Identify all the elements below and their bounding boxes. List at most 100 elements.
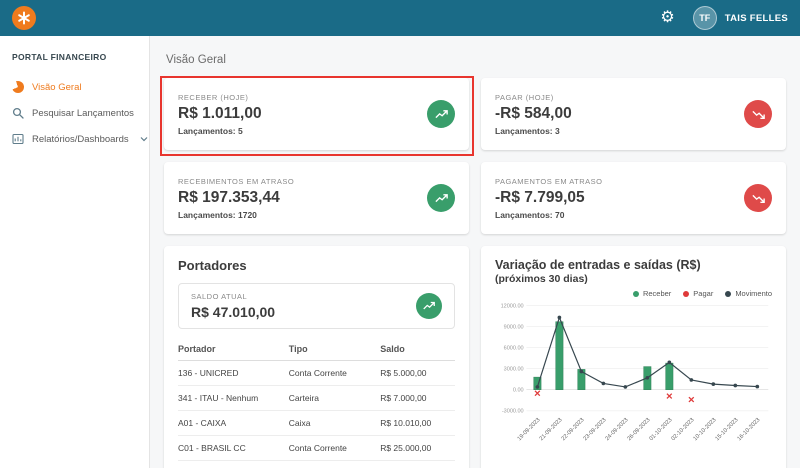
- stat-text: PAGAR (HOJE) -R$ 584,00 Lançamentos: 3: [495, 93, 572, 136]
- cell-tipo: Conta Corrente: [288, 360, 381, 386]
- stat-text: RECEBER (HOJE) R$ 1.011,00 Lançamentos: …: [178, 93, 262, 136]
- saldo-value: R$ 47.010,00: [191, 304, 276, 320]
- legend-label: Movimento: [735, 289, 772, 298]
- cell-tipo: Caixa: [288, 410, 381, 436]
- stat-cards-grid: RECEBER (HOJE) R$ 1.011,00 Lançamentos: …: [164, 78, 786, 234]
- stat-value: -R$ 7.799,05: [495, 188, 585, 206]
- saldo-text: SALDO ATUAL R$ 47.010,00: [191, 292, 275, 320]
- stat-value: -R$ 584,00: [495, 104, 572, 122]
- portadores-card: Portadores SALDO ATUAL R$ 47.010,00 Port…: [164, 246, 469, 468]
- bottom-panels: Portadores SALDO ATUAL R$ 47.010,00 Port…: [164, 246, 786, 468]
- variacao-chart-card: Variação de entradas e saídas (R$) (próx…: [481, 246, 786, 468]
- app-logo-icon[interactable]: [12, 6, 36, 30]
- stat-count: Lançamentos: 70: [495, 209, 565, 220]
- stat-label: PAGAR (HOJE): [495, 92, 554, 102]
- stat-label: RECEBIMENTOS EM ATRASO: [178, 176, 295, 186]
- cell-tipo: Conta Corrente: [288, 435, 381, 461]
- settings-gear-icon[interactable]: ⚙: [660, 10, 674, 26]
- stat-label: PAGAMENTOS EM ATRASO: [495, 176, 603, 186]
- cell-portador: A01 - CAIXA: [178, 410, 289, 436]
- stat-text: RECEBIMENTOS EM ATRASO R$ 197.353,44 Lan…: [178, 177, 294, 220]
- sidebar-item-relatorios-dashboards[interactable]: Relatórios/Dashboards: [0, 126, 149, 152]
- portadores-title: Portadores: [178, 258, 247, 273]
- legend-label: Pagar: [693, 289, 714, 298]
- legend-dot-red: [683, 290, 690, 297]
- stat-value: R$ 1.011,00: [178, 104, 262, 122]
- svg-text:02-10-2023: 02-10-2023: [671, 417, 696, 442]
- content-area: Visão Geral RECEBER (HOJE) R$ 1.011,00 L…: [150, 36, 800, 468]
- trending-up-icon: [427, 184, 455, 212]
- svg-text:21-09-2023: 21-09-2023: [539, 417, 564, 442]
- sidebar-item-visao-geral[interactable]: Visão Geral: [0, 74, 149, 100]
- table-row[interactable]: C01 - BRASIL CC Conta Corrente R$ 25.000…: [178, 435, 455, 461]
- legend-item-movimento[interactable]: Movimento: [725, 289, 772, 298]
- saldo-label: SALDO ATUAL: [191, 292, 248, 301]
- user-avatar[interactable]: TF: [692, 6, 717, 30]
- nav-label: Visão Geral: [32, 81, 82, 93]
- card-recebimentos-em-atraso[interactable]: RECEBIMENTOS EM ATRASO R$ 197.353,44 Lan…: [164, 162, 469, 234]
- variacao-chart: 12000.00 9000.00 6000.00 3000.00 0.00 -3000.0…: [501, 303, 769, 442]
- topbar-actions: ⚙ TF TAIS FELLES: [660, 6, 788, 30]
- cell-saldo: R$ 10.010,00: [380, 410, 455, 436]
- sidebar: PORTAL FINANCEIRO Visão Geral Pesquisar …: [0, 36, 150, 468]
- legend-dot-dark: [725, 290, 732, 297]
- cell-tipo: Carteira: [288, 385, 381, 411]
- cell-saldo: R$ 7.000,00: [380, 385, 455, 411]
- cell-portador: C01 - BRASIL CC: [178, 435, 289, 461]
- legend-item-receber[interactable]: Receber: [632, 289, 672, 298]
- trending-down-icon: [744, 184, 772, 212]
- app-window: ⚙ TF TAIS FELLES PORTAL FINANCEIRO Visão…: [0, 0, 800, 468]
- table-row[interactable]: 341 - ITAU - Nenhum Carteira R$ 7.000,00: [178, 385, 455, 411]
- table-row[interactable]: 136 - UNICRED Conta Corrente R$ 5.000,00: [178, 360, 455, 386]
- svg-text:16-10-2023: 16-10-2023: [737, 417, 762, 442]
- chart-title: Variação de entradas e saídas (R$): [495, 258, 701, 272]
- sidebar-nav: Visão Geral Pesquisar Lançamentos Relató…: [0, 74, 149, 152]
- cell-saldo: R$ 5.000,00: [380, 360, 455, 386]
- cell-saldo: R$ 25.000,00: [380, 435, 455, 461]
- card-pagar-hoje[interactable]: PAGAR (HOJE) -R$ 584,00 Lançamentos: 3: [481, 78, 786, 150]
- stat-text: PAGAMENTOS EM ATRASO -R$ 7.799,05 Lançam…: [495, 177, 603, 220]
- cell-portador: 136 - UNICRED: [178, 360, 289, 386]
- chart-subtitle: (próximos 30 dias): [495, 273, 588, 285]
- sidebar-item-pesquisar-lancamentos[interactable]: Pesquisar Lançamentos: [0, 100, 149, 126]
- svg-text:3000.00: 3000.00: [504, 367, 524, 373]
- user-name[interactable]: TAIS FELLES: [725, 13, 788, 24]
- card-receber-hoje[interactable]: RECEBER (HOJE) R$ 1.011,00 Lançamentos: …: [164, 78, 469, 150]
- stat-count: Lançamentos: 3: [495, 125, 560, 136]
- search-icon: [12, 107, 24, 119]
- card-pagamentos-em-atraso[interactable]: PAGAMENTOS EM ATRASO -R$ 7.799,05 Lançam…: [481, 162, 786, 234]
- pie-chart-icon: [12, 81, 24, 93]
- svg-text:15-10-2023: 15-10-2023: [715, 417, 740, 442]
- svg-text:24-09-2023: 24-09-2023: [605, 417, 630, 442]
- stat-value: R$ 197.353,44: [178, 188, 280, 206]
- top-bar: ⚙ TF TAIS FELLES: [0, 0, 800, 36]
- col-portador: Portador: [178, 339, 289, 361]
- sidebar-title: PORTAL FINANCEIRO: [12, 52, 107, 62]
- page-title: Visão Geral: [166, 54, 226, 66]
- cell-portador: 341 - ITAU - Nenhum: [178, 385, 289, 411]
- table-header-row: Portador Tipo Saldo: [178, 339, 455, 361]
- chevron-down-icon: [140, 136, 148, 142]
- svg-text:9000.00: 9000.00: [504, 324, 524, 330]
- svg-text:-3000.00: -3000.00: [502, 409, 524, 415]
- main-layout: PORTAL FINANCEIRO Visão Geral Pesquisar …: [0, 36, 800, 468]
- legend-label: Receber: [642, 289, 672, 298]
- table-row[interactable]: A01 - CAIXA Caixa R$ 10.010,00: [178, 410, 455, 436]
- nav-label: Pesquisar Lançamentos: [32, 107, 134, 119]
- svg-text:01-10-2023: 01-10-2023: [649, 417, 674, 442]
- flower-asterisk-icon: [18, 11, 30, 25]
- stat-count: Lançamentos: 1720: [178, 209, 257, 220]
- col-tipo: Tipo: [288, 339, 381, 361]
- col-saldo: Saldo: [380, 339, 455, 361]
- nav-label: Relatórios/Dashboards: [32, 133, 129, 145]
- trending-up-icon: [416, 293, 442, 319]
- svg-text:0.00: 0.00: [513, 388, 524, 394]
- trending-down-icon: [744, 100, 772, 128]
- svg-text:6000.00: 6000.00: [504, 345, 524, 351]
- saldo-atual-box[interactable]: SALDO ATUAL R$ 47.010,00: [178, 283, 455, 329]
- dashboard-icon: [12, 133, 24, 145]
- stat-count: Lançamentos: 5: [178, 125, 243, 136]
- legend-item-pagar[interactable]: Pagar: [683, 289, 713, 298]
- trending-up-icon: [427, 100, 455, 128]
- legend-dot-green: [632, 290, 639, 297]
